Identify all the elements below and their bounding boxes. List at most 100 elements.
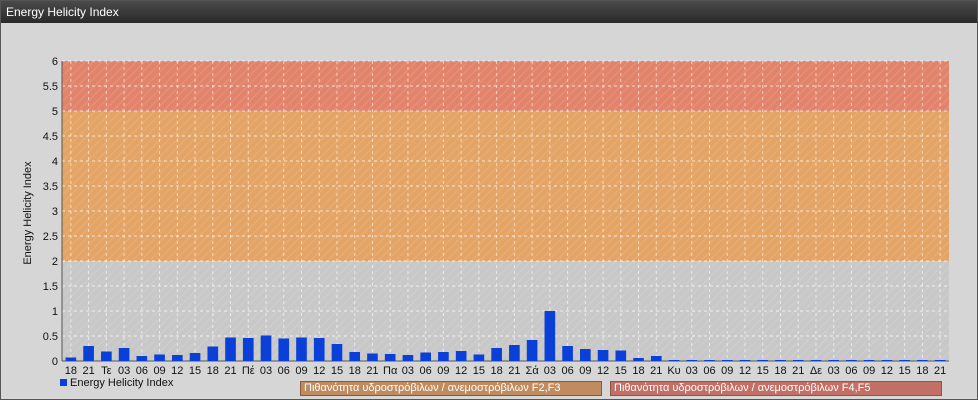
bar xyxy=(154,354,165,361)
x-tick-label: 15 xyxy=(331,365,343,377)
y-tick-label: 0.5 xyxy=(43,331,58,343)
bar xyxy=(420,352,431,361)
x-tick-label: 12 xyxy=(313,365,325,377)
bar xyxy=(863,360,875,361)
x-tick-label: 12 xyxy=(455,365,467,377)
y-tick-label: 3 xyxy=(52,206,58,218)
bar xyxy=(917,360,928,361)
x-tick-label: 21 xyxy=(650,365,662,377)
x-tick-label: Κυ xyxy=(667,365,680,377)
x-tick-label: 06 xyxy=(278,365,290,377)
y-tick-label: 6 xyxy=(52,56,58,68)
y-tick-label: 5.5 xyxy=(43,81,58,93)
x-tick-label: 12 xyxy=(597,365,609,377)
bar xyxy=(278,338,290,361)
bar xyxy=(136,356,148,361)
x-tick-label: 21 xyxy=(508,365,520,377)
x-tick-label: 18 xyxy=(774,365,786,377)
bar xyxy=(597,350,609,361)
x-tick-label: 09 xyxy=(295,365,307,377)
y-tick-label: 4 xyxy=(52,156,58,168)
x-tick-label: Δε xyxy=(810,365,822,377)
y-tick-label: 1.5 xyxy=(43,281,58,293)
bar xyxy=(225,337,236,361)
bar xyxy=(189,353,201,361)
bar xyxy=(650,356,662,361)
x-tick-label: 18 xyxy=(207,365,219,377)
x-tick-label: 15 xyxy=(189,365,201,377)
x-tick-label: 06 xyxy=(845,365,857,377)
bar xyxy=(686,360,698,361)
x-tick-label: 21 xyxy=(224,365,236,377)
bar xyxy=(739,360,751,361)
chart-window: Energy Helicity Index 0 0.5 1 1.5 2 2.5 3 3.5 4 4… xyxy=(0,0,978,400)
bar xyxy=(704,360,715,361)
y-tick-label: 2 xyxy=(52,256,58,268)
x-tick-label: 03 xyxy=(260,365,272,377)
legend-series-label: Energy Helicity Index xyxy=(70,377,174,389)
bar xyxy=(580,349,591,361)
bar xyxy=(881,360,893,361)
y-tick-label: 0 xyxy=(52,356,58,368)
x-tick-label: 21 xyxy=(366,365,378,377)
bar xyxy=(526,340,538,361)
x-tick-label: 06 xyxy=(703,365,715,377)
x-tick-label: 03 xyxy=(686,365,698,377)
x-tick-label: 15 xyxy=(757,365,769,377)
legend-swatch xyxy=(60,379,67,386)
bar xyxy=(757,360,769,361)
x-tick-label: 15 xyxy=(899,365,911,377)
bar xyxy=(402,355,414,361)
x-tick-label: 21 xyxy=(934,365,946,377)
bar xyxy=(562,346,573,361)
bar xyxy=(349,352,361,361)
y-tick-label: 4.5 xyxy=(43,131,58,143)
bar xyxy=(828,360,840,361)
bar xyxy=(296,337,307,361)
x-tick-label: 18 xyxy=(491,365,503,377)
bar xyxy=(934,360,946,361)
x-tick-label: Σά xyxy=(526,365,540,377)
bar xyxy=(101,351,112,361)
bar xyxy=(775,360,786,361)
bar xyxy=(207,346,219,361)
x-tick-label: Πέ xyxy=(242,365,255,377)
bar xyxy=(509,345,520,361)
x-tick-label: 06 xyxy=(420,365,432,377)
x-tick-label: 12 xyxy=(881,365,893,377)
x-tick-label: 09 xyxy=(721,365,733,377)
bar xyxy=(899,360,910,361)
bar xyxy=(615,350,627,361)
legend-series: Energy Helicity Index xyxy=(60,376,173,390)
x-tick-label: 09 xyxy=(579,365,591,377)
legend-band-f4-f5: Πιθανότητα υδροστρόβιλων / ανεμοστρόβιλω… xyxy=(610,381,942,396)
bar xyxy=(668,360,680,361)
bar xyxy=(792,360,804,361)
bar xyxy=(846,360,857,361)
bar xyxy=(473,354,485,361)
bar xyxy=(367,353,378,361)
bar xyxy=(171,355,183,361)
y-axis-label: Energy Helicity Index xyxy=(22,161,34,265)
bar xyxy=(491,348,502,361)
bar xyxy=(118,348,130,361)
bar xyxy=(83,346,94,361)
x-tick-label: 21 xyxy=(792,365,804,377)
x-tick-label: 15 xyxy=(615,365,627,377)
x-tick-label: 18 xyxy=(349,365,361,377)
bar xyxy=(331,344,343,361)
x-tick-label: 09 xyxy=(437,365,449,377)
chart-svg: 00.511.522.533.544.555.5618 21 Τε 03 06 09 12 1… xyxy=(43,56,949,377)
bar xyxy=(721,360,733,361)
x-tick-label: 18 xyxy=(916,365,928,377)
bar xyxy=(633,358,644,361)
bar xyxy=(544,311,556,361)
y-tick-label: 5 xyxy=(52,106,58,118)
bar xyxy=(810,360,822,361)
x-tick-label: Πα xyxy=(383,365,398,377)
bar xyxy=(313,338,325,361)
x-tick-label: 03 xyxy=(402,365,414,377)
x-tick-label: 03 xyxy=(828,365,840,377)
y-tick-label: 1 xyxy=(52,306,58,318)
legend-band-f2-f3: Πιθανότητα υδροστρόβιλων / ανεμοστρόβιλω… xyxy=(300,381,602,396)
